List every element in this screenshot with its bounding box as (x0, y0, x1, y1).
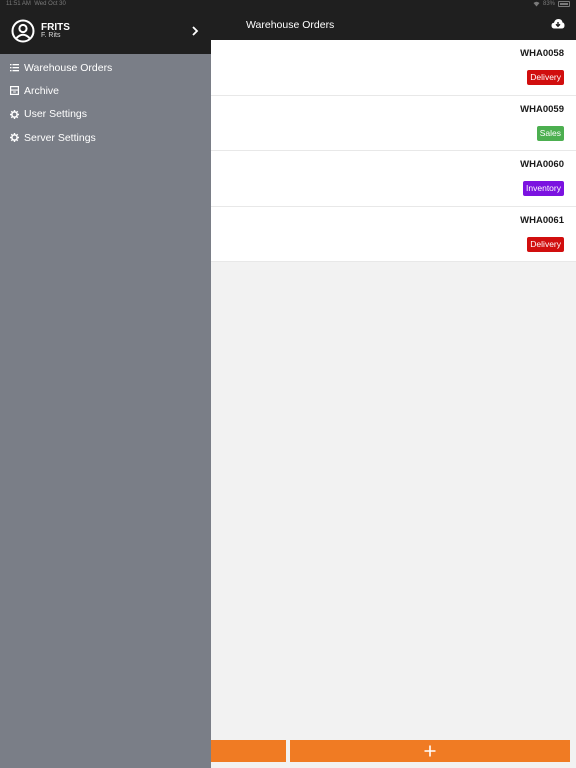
list-item[interactable]: WHA0060 Inventory (211, 151, 576, 207)
bottom-action-bar (211, 740, 576, 762)
secondary-action-button[interactable] (211, 740, 286, 762)
order-id: WHA0058 (520, 48, 564, 59)
archive-icon (10, 86, 19, 96)
status-bar: 11:51 AM Wed Oct 30 83% (0, 0, 576, 10)
order-type-badge: Inventory (523, 181, 564, 196)
status-time: 11:51 AM Wed Oct 30 (6, 1, 66, 7)
wifi-icon (533, 1, 540, 7)
order-id: WHA0060 (520, 159, 564, 170)
list-item[interactable]: WHA0059 Sales (211, 95, 576, 151)
drawer-menu: Warehouse Orders Archive User Settings S… (0, 56, 211, 149)
side-drawer: FRITS F. Rits Warehouse Orders Archive U… (0, 0, 211, 768)
order-list: WHA0058 Delivery WHA0059 Sales WHA0060 I… (211, 40, 576, 262)
order-type-badge: Delivery (527, 236, 564, 252)
menu-item-user-settings[interactable]: User Settings (0, 103, 211, 126)
menu-item-label: Warehouse Orders (24, 61, 113, 74)
order-type-badge: Delivery (527, 70, 564, 85)
add-order-button[interactable] (290, 740, 570, 762)
plus-icon (424, 745, 436, 757)
chevron-right-icon[interactable] (191, 26, 199, 36)
battery-icon (558, 1, 570, 7)
order-id: WHA0059 (520, 103, 564, 115)
order-type-badge: Sales (536, 125, 564, 141)
status-right: 83% (533, 1, 570, 7)
page-title: Warehouse Orders (246, 19, 335, 31)
order-id: WHA0061 (520, 214, 564, 226)
gear-icon (10, 109, 19, 119)
gear-icon (10, 133, 19, 143)
list-item[interactable]: WHA0058 Delivery (211, 40, 576, 96)
battery-percent: 83% (542, 1, 555, 7)
list-item[interactable]: WHA0061 Delivery (211, 206, 576, 262)
menu-item-archive[interactable]: Archive (0, 79, 211, 102)
user-subtitle: F. Rits (41, 32, 61, 39)
cloud-download-icon[interactable] (551, 18, 565, 29)
menu-item-label: Archive (24, 84, 60, 97)
menu-item-label: User Settings (24, 108, 88, 121)
list-icon (10, 64, 19, 72)
menu-item-server-settings[interactable]: Server Settings (0, 126, 211, 149)
menu-item-label: Server Settings (24, 131, 96, 144)
user-avatar-icon (11, 19, 35, 43)
menu-item-warehouse-orders[interactable]: Warehouse Orders (0, 56, 211, 79)
